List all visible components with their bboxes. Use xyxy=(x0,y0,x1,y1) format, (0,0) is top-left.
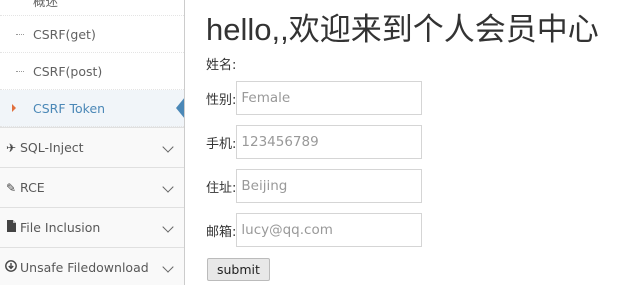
sidebar-subitem-label: CSRF(get) xyxy=(33,27,96,42)
sidebar-item-rce[interactable]: ✎ RCE xyxy=(0,167,184,207)
gender-input[interactable] xyxy=(236,81,423,115)
sidebar-subitem-label: CSRF Token xyxy=(33,101,106,116)
phone-row: 手机: xyxy=(206,125,423,159)
address-input[interactable] xyxy=(236,169,423,203)
sidebar-item-unsafe-filedownload[interactable]: Unsafe Filedownload xyxy=(0,247,184,285)
phone-label: 手机: xyxy=(206,136,237,152)
email-label: 邮箱: xyxy=(206,224,237,240)
gender-row: 性别: xyxy=(206,81,423,115)
sidebar-subitem-csrf-get[interactable]: CSRF(get) xyxy=(0,16,184,53)
tree-dash xyxy=(16,71,24,72)
email-input[interactable] xyxy=(236,213,423,247)
chevron-down-icon xyxy=(162,221,174,233)
submit-button[interactable]: submit xyxy=(207,258,270,281)
csrf-submenu: 概述 CSRF(get) CSRF(post) CSRF Token xyxy=(0,0,184,127)
sidebar-subitem-csrf-token[interactable]: CSRF Token xyxy=(0,90,184,127)
sidebar-item-label: RCE xyxy=(20,180,45,195)
page-title: hello,,欢迎来到个人会员中心 xyxy=(206,12,599,47)
name-label: 姓名: xyxy=(206,58,237,73)
active-pointer-icon xyxy=(176,97,184,119)
gender-label: 性别: xyxy=(206,92,237,108)
sidebar-item-label: File Inclusion xyxy=(20,220,101,235)
address-label: 住址: xyxy=(206,180,237,196)
sidebar-subitem-overview[interactable]: 概述 xyxy=(0,0,184,16)
chevron-down-icon xyxy=(162,141,174,153)
download-icon xyxy=(4,248,18,285)
address-row: 住址: xyxy=(206,169,423,203)
sidebar-subitem-label: 概述 xyxy=(33,0,59,9)
plane-icon: ✈ xyxy=(5,141,17,155)
pencil-icon: ✎ xyxy=(5,181,17,195)
sidebar-item-label: Unsafe Filedownload xyxy=(20,260,149,275)
sidebar-subitem-csrf-post[interactable]: CSRF(post) xyxy=(0,53,184,90)
sidebar: 概述 CSRF(get) CSRF(post) CSRF Token ✈ SQL… xyxy=(0,0,185,285)
sidebar-subitem-label: CSRF(post) xyxy=(33,64,103,79)
phone-input[interactable] xyxy=(236,125,423,159)
name-row: 姓名: xyxy=(206,54,236,73)
sidebar-item-file-inclusion[interactable]: File Inclusion xyxy=(0,207,184,247)
tree-dash xyxy=(16,34,24,35)
file-icon xyxy=(4,208,18,248)
chevron-down-icon xyxy=(162,261,174,273)
sidebar-item-sql-inject[interactable]: ✈ SQL-Inject xyxy=(0,127,184,167)
member-center: hello,,欢迎来到个人会员中心 姓名: 性别: 手机: 住址: 邮箱: su… xyxy=(206,0,625,285)
sidebar-item-label: SQL-Inject xyxy=(20,140,84,155)
caret-right-icon xyxy=(12,104,16,112)
chevron-down-icon xyxy=(162,181,174,193)
email-row: 邮箱: xyxy=(206,213,423,247)
